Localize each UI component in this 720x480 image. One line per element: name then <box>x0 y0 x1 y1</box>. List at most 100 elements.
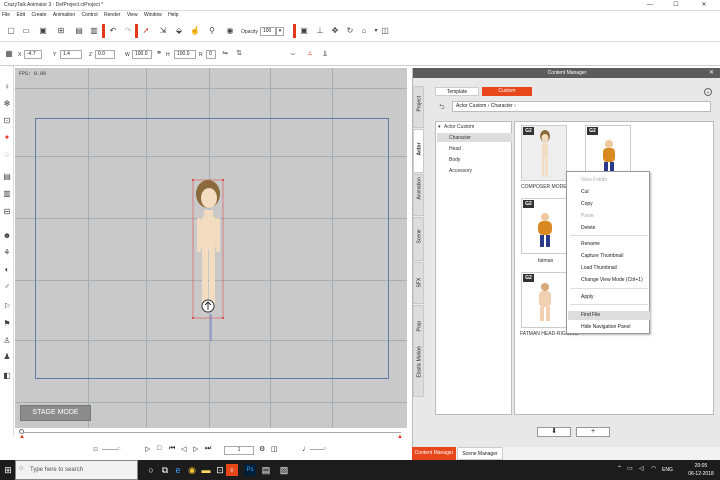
y-field[interactable]: 1.4 <box>60 50 82 59</box>
stage-mode-button[interactable]: STAGE MODE <box>20 405 91 421</box>
walk-tool-icon[interactable]: ✻ <box>2 99 12 109</box>
back-arrow-icon[interactable]: ⮌ <box>439 103 445 114</box>
keyframe-icon[interactable]: ⩡ <box>305 49 315 59</box>
first-frame-icon[interactable]: ⏮ <box>169 445 175 453</box>
stand-icon[interactable]: ♟ <box>2 352 12 362</box>
tree-item-body[interactable]: Body <box>449 157 460 163</box>
loop-icon[interactable]: ⊟ <box>93 446 98 453</box>
start-marker-icon[interactable]: ▲ <box>19 434 25 440</box>
move-icon[interactable]: ✥ <box>330 26 340 36</box>
tab-scene-manager[interactable]: Scene Manager <box>457 447 503 460</box>
jump-icon[interactable]: ♙ <box>2 336 12 346</box>
opacity-dropdown-chevron-icon[interactable]: ▾ <box>276 27 284 36</box>
head-tool-icon[interactable]: ☻ <box>2 231 12 241</box>
transform-icon[interactable]: ⇲ <box>158 26 168 36</box>
camera-icon[interactable]: ▣ <box>299 26 309 36</box>
flip-horizontal-icon[interactable]: ⇋ <box>220 49 230 59</box>
menu-file[interactable]: File <box>2 11 10 20</box>
tree-root[interactable]: Actor Custom <box>444 124 474 130</box>
audio-knob-icon[interactable]: ○ <box>323 446 327 452</box>
language-indicator[interactable]: ENG <box>662 467 673 473</box>
thumbnail-composer-mode[interactable]: G2 <box>521 125 567 181</box>
audio-slider[interactable] <box>310 449 324 450</box>
actor-tool-icon[interactable]: ♀ <box>2 82 12 92</box>
sprite-tool-icon[interactable]: ⊡ <box>2 116 12 126</box>
volume-knob-icon[interactable]: ○ <box>117 446 121 452</box>
timeline-slider[interactable] <box>21 432 401 433</box>
character-figure[interactable] <box>185 176 233 348</box>
minimize-button[interactable]: — <box>638 0 662 11</box>
r-field[interactable]: 0 <box>206 50 216 59</box>
save-icon[interactable]: ▣ <box>38 26 48 36</box>
tab-prop[interactable]: Prop <box>413 305 424 348</box>
last-frame-icon[interactable]: ⏭ <box>205 445 211 453</box>
menu-item-paste[interactable]: Paste <box>581 213 594 219</box>
grid-icon[interactable]: ▦ <box>4 49 14 59</box>
tab-actor[interactable]: Actor <box>413 129 424 173</box>
options-chevron-icon[interactable]: ⌄ <box>704 88 712 96</box>
import-icon[interactable]: ⊞ <box>56 26 66 36</box>
new-file-icon[interactable]: ▢ <box>6 26 16 36</box>
end-marker-icon[interactable]: ▲ <box>397 434 403 440</box>
menu-item-cut[interactable]: Cut <box>581 189 589 195</box>
menu-edit[interactable]: Edit <box>16 11 25 20</box>
thumbnail-fatman[interactable]: G2 <box>521 198 567 254</box>
redo-icon[interactable]: ↷ <box>123 26 133 36</box>
layer-tool-icon[interactable]: ▥ <box>2 189 12 199</box>
z-field[interactable]: 0.0 <box>95 50 115 59</box>
menu-item-load-thumbnail[interactable]: Load Thumbnail <box>581 265 617 271</box>
tab-content-manager[interactable]: Content Manager <box>412 447 456 460</box>
wifi-icon[interactable]: ◠ <box>651 465 656 472</box>
battery-icon[interactable]: ▭ <box>627 465 633 472</box>
store-icon[interactable]: ⊡ <box>214 464 226 476</box>
tree-item-character[interactable]: Character <box>449 135 471 141</box>
maximize-button[interactable]: ☐ <box>664 0 688 11</box>
face-tool-icon[interactable]: ☺ <box>2 150 12 160</box>
close-button[interactable]: ✕ <box>692 0 716 11</box>
menu-item-find-file[interactable]: Find File <box>581 312 600 318</box>
menu-create[interactable]: Create <box>31 11 46 20</box>
flip-vertical-icon[interactable]: ⇅ <box>234 49 244 59</box>
align-icon[interactable]: ⊥ <box>315 26 325 36</box>
download-button[interactable]: ⬇ <box>537 427 571 437</box>
menu-control[interactable]: Control <box>82 11 98 20</box>
tab-scene[interactable]: Scene <box>413 217 424 261</box>
align-bottom-icon[interactable]: ⫫ <box>320 49 330 59</box>
tab-elastic-motion[interactable]: Elastic Motion <box>413 346 424 397</box>
menu-item-view-folder[interactable]: View Folder <box>581 177 607 183</box>
menu-item-delete[interactable]: Delete <box>581 225 595 231</box>
next-frame-icon[interactable]: ▷ <box>193 445 198 453</box>
visibility-icon[interactable]: ◉ <box>225 26 235 36</box>
prev-frame-icon[interactable]: ◁ <box>181 445 186 453</box>
undo-icon[interactable]: ↶ <box>108 26 118 36</box>
ground-icon[interactable]: ⌣ <box>288 49 298 59</box>
tab-animation[interactable]: Animation <box>413 174 424 216</box>
taskbar-search-input[interactable]: Type here to search <box>15 460 138 480</box>
dance-icon[interactable]: ⚑ <box>2 319 12 329</box>
menu-item-change-view-mode[interactable]: Change View Mode (Ctrl+1) <box>581 277 643 283</box>
thumbnail-fatman-head-rigging[interactable]: G2 <box>521 272 567 328</box>
tab-template[interactable]: Template <box>435 87 479 96</box>
timeline-tool-icon[interactable]: ▤ <box>2 172 12 182</box>
rotate-icon[interactable]: ↻ <box>345 26 355 36</box>
add-button[interactable]: + <box>576 427 610 437</box>
menu-item-copy[interactable]: Copy <box>581 201 593 207</box>
tree-collapse-icon[interactable]: ▾ <box>438 124 441 130</box>
volume-icon[interactable]: ◁ <box>639 465 644 472</box>
link-scale-icon[interactable]: ⚭ <box>154 49 164 59</box>
render-icon[interactable]: ▥ <box>89 26 99 36</box>
open-file-icon[interactable]: ▭ <box>21 26 31 36</box>
photoshop-icon[interactable]: Ps <box>244 464 256 476</box>
menu-help[interactable]: Help <box>168 11 178 20</box>
stop-icon[interactable]: □ <box>157 445 161 452</box>
h-field[interactable]: 100.0 <box>174 50 196 59</box>
play-icon[interactable]: ▷ <box>145 445 150 453</box>
settings-gear-icon[interactable]: ⚙ <box>259 445 265 453</box>
tab-sfx[interactable]: SFX <box>413 262 424 304</box>
menu-item-rename[interactable]: Rename <box>581 241 600 247</box>
run-icon[interactable]: ⚐ <box>2 302 12 312</box>
clock[interactable]: 20:05 06-12-2018 <box>684 462 718 478</box>
frame-field[interactable]: 1 <box>224 446 254 455</box>
chrome-icon[interactable]: ◉ <box>186 464 198 476</box>
select-arrow-icon[interactable]: ➚ <box>141 26 151 36</box>
